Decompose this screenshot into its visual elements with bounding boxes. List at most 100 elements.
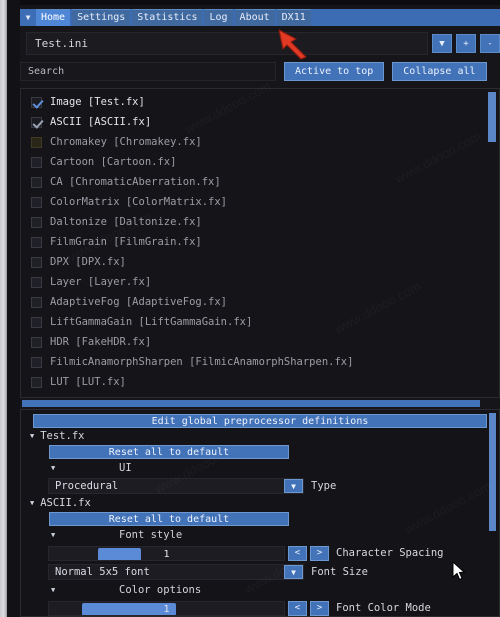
settings-group-label: Color options: [119, 583, 202, 596]
checkbox-unchecked-icon[interactable]: [31, 196, 42, 208]
fx-section-header-ascii[interactable]: ▼ ASCII.fx: [21, 495, 499, 511]
settings-group-label: UI: [119, 461, 132, 474]
caret-down-icon: ▼: [51, 463, 56, 472]
tab-dx11-label: DX11: [281, 12, 306, 23]
checkbox-checked-icon[interactable]: [31, 116, 42, 128]
checkbox-unchecked-icon[interactable]: [31, 376, 42, 388]
font-color-mode-increment-button[interactable]: >: [310, 600, 329, 616]
technique-label: HDR [FakeHDR.fx]: [50, 336, 152, 348]
type-combo-value: Procedural: [55, 480, 119, 492]
checkbox-unchecked-icon[interactable]: [31, 276, 42, 288]
checkbox-unchecked-icon[interactable]: [31, 356, 42, 368]
list-item[interactable]: Image [Test.fx]: [21, 92, 487, 112]
fx-section-header-test[interactable]: ▼ Test.fx: [21, 428, 499, 444]
caret-down-icon: ▼: [30, 499, 35, 507]
character-spacing-increment-button[interactable]: >: [310, 545, 329, 561]
preset-add-button[interactable]: +: [456, 34, 476, 53]
checkbox-checked-icon[interactable]: [31, 96, 42, 108]
technique-label: ASCII [ASCII.fx]: [50, 116, 152, 128]
list-item[interactable]: Layer [Layer.fx]: [21, 272, 487, 292]
list-item[interactable]: ASCII [ASCII.fx]: [21, 112, 487, 132]
character-spacing-decrement-button[interactable]: <: [288, 545, 307, 561]
technique-list: Image [Test.fx] ASCII [ASCII.fx] Chromak…: [21, 92, 487, 392]
fx-section-title: Test.fx: [40, 430, 85, 442]
edit-global-preprocessor-button[interactable]: Edit global preprocessor definitions: [33, 414, 487, 428]
character-spacing-slider[interactable]: 1: [48, 545, 285, 561]
technique-label: Cartoon [Cartoon.fx]: [50, 156, 177, 168]
tab-home-label: Home: [41, 12, 66, 23]
technique-label: Layer [Layer.fx]: [50, 276, 152, 288]
font-color-mode-decrement-button[interactable]: <: [288, 600, 307, 616]
technique-list-scrollbar-thumb[interactable]: [488, 92, 496, 142]
character-spacing-dec-label: <: [294, 548, 301, 558]
technique-label: CA [ChromaticAberration.fx]: [50, 176, 221, 188]
character-spacing-value: 1: [163, 548, 170, 560]
technique-list-scrollbar[interactable]: [488, 90, 498, 396]
list-item[interactable]: AdaptiveFog [AdaptiveFog.fx]: [21, 292, 487, 312]
checkbox-unchecked-icon[interactable]: [31, 296, 42, 308]
checkbox-unchecked-icon[interactable]: [31, 216, 42, 228]
caret-down-icon: ▼: [30, 432, 35, 440]
reset-all-label: Reset all to default: [108, 446, 230, 458]
preset-row: Test.ini ▼ + -: [26, 32, 500, 55]
checkbox-unchecked-icon[interactable]: [31, 136, 42, 148]
preset-dropdown-button[interactable]: ▼: [432, 34, 452, 53]
search-placeholder: Search: [28, 66, 65, 77]
list-item[interactable]: LiftGammaGain [LiftGammaGain.fx]: [21, 312, 487, 332]
technique-label: Image [Test.fx]: [50, 96, 145, 108]
font-color-mode-inc-label: >: [316, 603, 323, 613]
technique-label: Chromakey [Chromakey.fx]: [50, 136, 202, 148]
font-size-combo-label: Font Size: [311, 566, 368, 578]
list-item[interactable]: LUT [LUT.fx]: [21, 372, 487, 392]
preset-remove-label: -: [487, 38, 493, 49]
active-to-top-button[interactable]: Active to top: [284, 62, 385, 81]
collapse-all-button[interactable]: Collapse all: [392, 62, 487, 81]
tab-dx11[interactable]: DX11: [276, 9, 311, 26]
tabbar-filler: [312, 9, 500, 26]
reset-all-to-default-button-test[interactable]: Reset all to default: [49, 445, 289, 459]
tab-statistics[interactable]: Statistics: [132, 9, 203, 26]
font-color-mode-slider[interactable]: 1: [48, 600, 285, 616]
checkbox-unchecked-icon[interactable]: [31, 256, 42, 268]
list-item[interactable]: HDR [FakeHDR.fx]: [21, 332, 487, 352]
settings-panel-scrollbar-thumb[interactable]: [489, 413, 496, 531]
tab-home[interactable]: Home: [36, 9, 71, 26]
font-size-combo[interactable]: Normal 5x5 font ▼: [48, 564, 304, 580]
list-item[interactable]: CA [ChromaticAberration.fx]: [21, 172, 487, 192]
checkbox-unchecked-icon[interactable]: [31, 176, 42, 188]
tab-log[interactable]: Log: [204, 9, 233, 26]
checkbox-unchecked-icon[interactable]: [31, 236, 42, 248]
checkbox-unchecked-icon[interactable]: [31, 156, 42, 168]
settings-group-font-style[interactable]: ▼ Font style: [21, 526, 499, 543]
checkbox-unchecked-icon[interactable]: [31, 316, 42, 328]
reset-all-to-default-button-ascii[interactable]: Reset all to default: [49, 512, 289, 526]
chevron-down-icon[interactable]: ▼: [20, 9, 36, 26]
settings-group-ui[interactable]: ▼ UI: [21, 459, 499, 476]
preset-remove-button[interactable]: -: [480, 34, 500, 53]
list-item[interactable]: Cartoon [Cartoon.fx]: [21, 152, 487, 172]
checkbox-unchecked-icon[interactable]: [31, 336, 42, 348]
settings-group-label: Font style: [119, 528, 183, 541]
settings-panel-scrollbar[interactable]: [489, 411, 498, 615]
search-input[interactable]: Search: [20, 62, 276, 81]
tab-settings[interactable]: Settings: [72, 9, 131, 26]
chevron-down-icon[interactable]: ▼: [284, 479, 303, 493]
font-color-mode-label: Font Color Mode: [336, 602, 431, 614]
type-combo[interactable]: Procedural ▼: [48, 478, 304, 494]
tab-about[interactable]: About: [234, 9, 275, 26]
list-item[interactable]: Chromakey [Chromakey.fx]: [21, 132, 487, 152]
technique-list-hscrollbar[interactable]: [22, 400, 480, 407]
chevron-down-icon[interactable]: ▼: [284, 565, 303, 579]
preset-file-field[interactable]: Test.ini: [26, 32, 428, 55]
control-row-font-color-mode: 1 < > Font Color Mode: [21, 599, 499, 616]
list-item[interactable]: Daltonize [Daltonize.fx]: [21, 212, 487, 232]
list-item[interactable]: FilmGrain [FilmGrain.fx]: [21, 232, 487, 252]
settings-group-color-options[interactable]: ▼ Color options: [21, 581, 499, 598]
list-item[interactable]: DPX [DPX.fx]: [21, 252, 487, 272]
type-combo-label: Type: [311, 480, 337, 492]
list-item[interactable]: FilmicAnamorphSharpen [FilmicAnamorphSha…: [21, 352, 487, 372]
list-item[interactable]: ColorMatrix [ColorMatrix.fx]: [21, 192, 487, 212]
technique-list-panel: Image [Test.fx] ASCII [ASCII.fx] Chromak…: [20, 88, 500, 398]
caret-down-icon: ▼: [51, 585, 56, 594]
character-spacing-label: Character Spacing: [336, 547, 444, 559]
